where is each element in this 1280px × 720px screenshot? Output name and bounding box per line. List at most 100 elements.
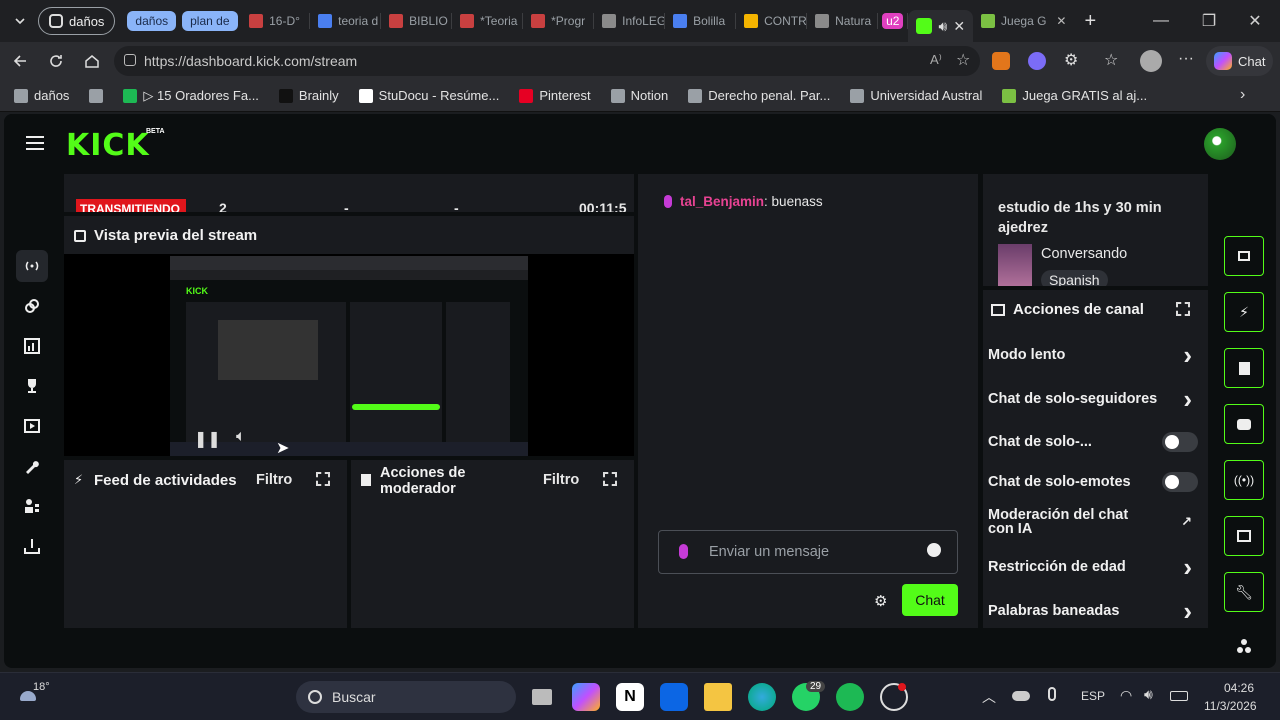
tab-list-chevron-icon[interactable] [4, 5, 36, 37]
bookmark-item[interactable]: StuDocu - Resúme... [358, 88, 499, 103]
restore-icon[interactable]: ❐ [1196, 8, 1222, 34]
task-view-icon[interactable] [528, 683, 556, 711]
notion-icon[interactable]: N [616, 683, 644, 711]
toggle-switch[interactable] [1162, 472, 1198, 492]
speaker-icon[interactable]: 🔊︎ [938, 18, 947, 35]
new-tab-button[interactable]: + [1084, 10, 1096, 33]
nav-wrench-icon[interactable] [16, 450, 48, 482]
battery-icon[interactable] [1170, 691, 1188, 701]
nav-video-icon[interactable] [16, 410, 48, 442]
channel-action-row[interactable]: Chat de solo-... [988, 432, 1198, 452]
chevron-right-icon[interactable]: › [1183, 598, 1192, 624]
quick-stream-button[interactable]: ((•)) [1224, 460, 1264, 500]
tab[interactable]: Bolilla [665, 6, 735, 36]
tab[interactable]: teoria d [310, 6, 380, 36]
tab[interactable]: Natura [807, 6, 877, 36]
tab[interactable]: CONTR [736, 6, 806, 36]
quick-mod-actions-button[interactable] [1224, 348, 1264, 388]
start-windows-icon[interactable] [258, 683, 286, 711]
tab-group-plan[interactable]: plan de [182, 11, 239, 31]
quick-channel-actions-button[interactable] [1224, 516, 1264, 556]
volume-icon[interactable]: 🔈︎ [236, 428, 246, 446]
bookmark-item[interactable]: Notion [610, 88, 668, 103]
extension-icon[interactable] [1028, 52, 1046, 70]
bookmark-item[interactable]: Derecho penal. Par... [688, 88, 830, 103]
input-language[interactable]: ESP [1081, 689, 1105, 703]
bookmark-item[interactable]: Pinterest [519, 88, 591, 103]
chat-send-button[interactable]: Chat [902, 584, 958, 616]
user-avatar[interactable] [1204, 128, 1236, 160]
wifi-icon[interactable]: ◠ [1120, 687, 1132, 704]
moderator-filter-button[interactable]: Filtro [543, 472, 579, 488]
site-info-icon[interactable] [124, 54, 136, 66]
quick-preview-button[interactable] [1224, 236, 1264, 276]
chat-settings-gear-icon[interactable]: ⚙ [874, 592, 887, 610]
spotify-icon[interactable] [836, 683, 864, 711]
nav-analytics-icon[interactable] [16, 330, 48, 362]
bookmark-item[interactable] [89, 88, 104, 103]
tab[interactable]: u2 [878, 6, 907, 36]
reload-icon[interactable] [40, 45, 72, 77]
bookmark-item[interactable]: daños [14, 88, 69, 103]
home-icon[interactable] [76, 45, 108, 77]
close-window-icon[interactable]: ✕ [1242, 8, 1268, 34]
microphone-tray-icon[interactable] [1048, 687, 1056, 701]
active-tab[interactable]: 🔊︎ ✕ [908, 10, 974, 42]
bookmark-item[interactable]: Brainly [278, 88, 339, 103]
favorite-star-icon[interactable]: ☆ [956, 50, 970, 70]
channel-action-row[interactable]: Restricción de edad › [988, 554, 1198, 580]
play-pause-icon[interactable]: ❚❚ [194, 429, 221, 449]
nav-upload-icon[interactable] [16, 530, 48, 562]
metamask-extension-icon[interactable] [992, 52, 1010, 70]
more-menu-icon[interactable]: ··· [1178, 50, 1194, 68]
category-thumbnail[interactable] [998, 244, 1032, 286]
quick-activity-button[interactable]: ⚡︎ [1224, 292, 1264, 332]
onedrive-icon[interactable] [1012, 691, 1030, 701]
tab[interactable]: Juega G ✕ [973, 6, 1074, 36]
channel-action-row[interactable]: Moderación del chat con IA ↗ [988, 508, 1198, 537]
trello-icon[interactable] [660, 683, 688, 711]
tray-chevron-icon[interactable]: ︿ [982, 687, 996, 707]
nav-stream-icon[interactable] [16, 250, 48, 282]
bookmark-item[interactable]: Juega GRATIS al aj... [1002, 88, 1147, 103]
bookmark-item[interactable]: ▷ 15 Oradores Fa... [123, 88, 259, 104]
favorites-icon[interactable]: ☆ [1104, 50, 1118, 70]
clock-time[interactable]: 04:26 [1224, 681, 1254, 695]
copilot-icon[interactable] [572, 683, 600, 711]
hamburger-menu-icon[interactable] [26, 136, 44, 150]
nav-community-icon[interactable] [16, 490, 48, 522]
popout-icon[interactable] [1176, 302, 1190, 316]
close-tab-icon[interactable]: ✕ [953, 18, 965, 35]
read-aloud-icon[interactable]: A⁾ [930, 52, 942, 68]
url-field[interactable]: https://dashboard.kick.com/stream A⁾ ☆ [114, 46, 980, 76]
chevron-right-icon[interactable]: › [1183, 386, 1192, 412]
tab[interactable]: *Progr [523, 6, 593, 36]
popout-icon[interactable] [603, 472, 617, 486]
copilot-chat-button[interactable]: Chat [1206, 46, 1274, 76]
bookmark-item[interactable]: Universidad Austral [850, 88, 982, 103]
extensions-puzzle-icon[interactable]: ⚙ [1064, 50, 1078, 70]
tab[interactable]: *Teoria [452, 6, 522, 36]
volume-tray-icon[interactable]: 🔊︎ [1144, 686, 1153, 703]
chat-username[interactable]: tal_Benjamin [680, 194, 764, 209]
popout-icon[interactable] [316, 472, 330, 486]
channel-action-row[interactable]: Palabras baneadas › [988, 598, 1198, 624]
external-link-icon[interactable]: ↗ [1181, 514, 1192, 530]
chevron-right-icon[interactable]: › [1183, 342, 1192, 368]
quick-settings-button[interactable]: 🔧︎ [1224, 572, 1264, 612]
tab[interactable]: 16-D° [241, 6, 309, 36]
chevron-right-icon[interactable]: › [1183, 554, 1192, 580]
stream-preview-video[interactable]: KICK [170, 256, 528, 456]
taskbar-search[interactable]: Buscar [296, 681, 516, 713]
toggle-switch[interactable] [1162, 432, 1198, 452]
clock-date[interactable]: 11/3/2026 [1204, 699, 1257, 713]
activity-filter-button[interactable]: Filtro [256, 472, 292, 488]
minimize-icon[interactable]: — [1148, 8, 1174, 34]
nav-link-icon[interactable] [16, 290, 48, 322]
tab[interactable]: InfoLEG [594, 6, 664, 36]
profile-chip[interactable]: daños [38, 7, 116, 35]
back-arrow-icon[interactable] [4, 45, 36, 77]
profile-avatar-icon[interactable] [1140, 50, 1162, 72]
layout-menu-icon[interactable] [1236, 638, 1252, 654]
channel-action-row[interactable]: Modo lento › [988, 342, 1198, 368]
